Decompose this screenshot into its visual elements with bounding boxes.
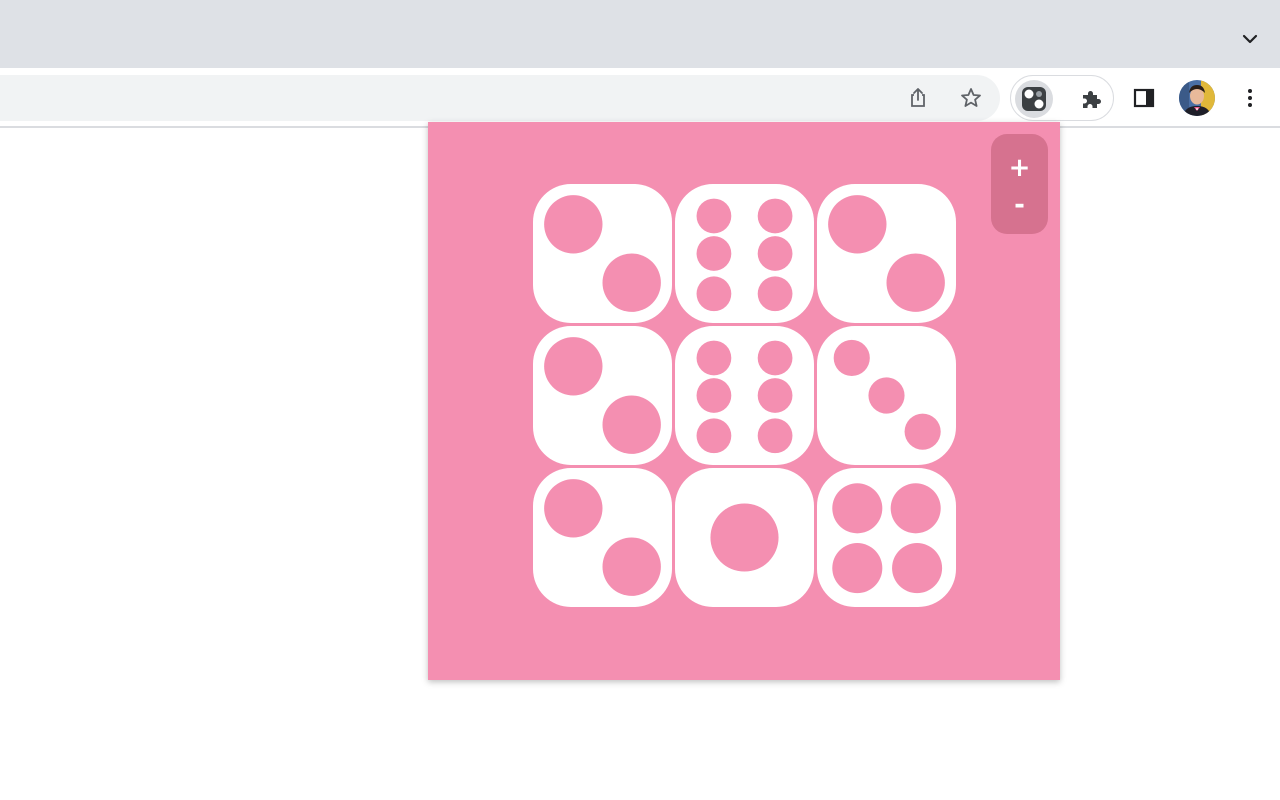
die-face-2 bbox=[533, 468, 672, 607]
pip bbox=[833, 339, 870, 377]
pip bbox=[828, 195, 887, 254]
zoom-controls: + - bbox=[991, 134, 1048, 234]
address-bar[interactable] bbox=[0, 75, 1000, 121]
chevron-down-icon[interactable] bbox=[1240, 29, 1260, 49]
dice-extension-button[interactable] bbox=[1015, 80, 1053, 118]
die-face-2 bbox=[533, 326, 672, 465]
pip bbox=[696, 198, 732, 234]
share-icon[interactable] bbox=[900, 80, 936, 116]
pip bbox=[696, 418, 732, 454]
pip bbox=[710, 503, 779, 572]
pip bbox=[904, 413, 941, 450]
die-face-2 bbox=[817, 184, 956, 323]
die-face-6 bbox=[675, 326, 814, 465]
pip bbox=[602, 395, 661, 454]
pip bbox=[832, 483, 883, 534]
die-face-3 bbox=[817, 326, 956, 465]
pip bbox=[892, 543, 943, 594]
avatar[interactable] bbox=[1179, 80, 1215, 116]
pip bbox=[890, 483, 941, 534]
dice-popup bbox=[428, 122, 1060, 680]
die-face-6 bbox=[675, 184, 814, 323]
pip bbox=[696, 276, 732, 312]
kebab-menu-icon[interactable] bbox=[1232, 80, 1268, 116]
pip bbox=[757, 198, 793, 234]
pip bbox=[757, 418, 793, 454]
pip bbox=[757, 378, 793, 413]
dice-grid bbox=[533, 184, 956, 607]
dice-extension-icon bbox=[1022, 87, 1046, 111]
die-face-2 bbox=[533, 184, 672, 323]
puzzle-extensions-icon[interactable] bbox=[1073, 81, 1109, 117]
pip bbox=[602, 253, 661, 312]
pip bbox=[757, 236, 793, 271]
tab-strip bbox=[0, 0, 1280, 68]
pip bbox=[696, 340, 732, 376]
pip bbox=[886, 253, 945, 312]
pip bbox=[544, 337, 603, 396]
zoom-out-button[interactable]: - bbox=[991, 185, 1048, 225]
die-face-4 bbox=[817, 468, 956, 607]
extensions-group bbox=[1010, 75, 1114, 121]
pip bbox=[544, 479, 603, 538]
zoom-in-button[interactable]: + bbox=[991, 148, 1048, 188]
pip bbox=[757, 276, 793, 312]
pip bbox=[757, 340, 793, 376]
pip bbox=[832, 543, 883, 594]
star-icon[interactable] bbox=[953, 80, 989, 116]
pip bbox=[696, 378, 732, 413]
pip bbox=[868, 377, 905, 414]
pip bbox=[696, 236, 732, 271]
pip bbox=[602, 537, 661, 596]
pip bbox=[544, 195, 603, 254]
browser-toolbar bbox=[0, 68, 1280, 128]
side-panel-icon[interactable] bbox=[1126, 80, 1162, 116]
die-face-1 bbox=[675, 468, 814, 607]
